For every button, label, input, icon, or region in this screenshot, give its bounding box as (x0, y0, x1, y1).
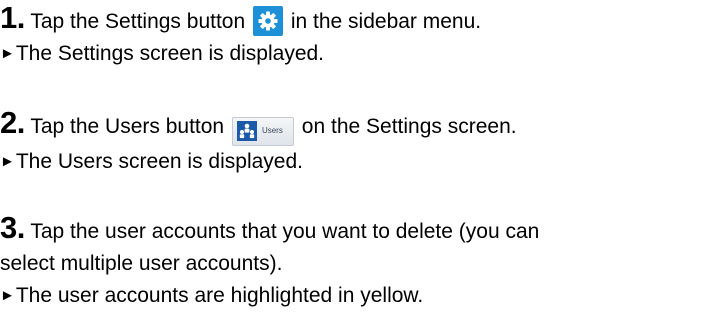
users-icon (236, 121, 257, 141)
step-2-text-before: Tap the Users button (30, 115, 225, 138)
step-3-result-text: The user accounts are highlighted in yel… (15, 284, 424, 307)
users-button-icon: Users (231, 116, 294, 146)
users-button-label: Users (261, 126, 283, 135)
step-1-text-after: in the sidebar menu. (290, 10, 482, 33)
step-1-instruction: 1. Tap the Settings button in the sideba… (0, 2, 708, 38)
step-3-text-line1: Tap the user accounts that you want to d… (30, 220, 540, 243)
settings-button-icon (253, 6, 283, 36)
step-2-text-after: on the Settings screen. (301, 115, 517, 138)
step-1-result: ►The Settings screen is displayed. (0, 38, 708, 70)
step-2-result: ►The Users screen is displayed. (0, 146, 708, 178)
step-1: 1. Tap the Settings button in the sideba… (0, 2, 708, 70)
step-3-number: 3. (0, 210, 25, 245)
step-3-instruction-cont: select multiple user accounts). (0, 248, 708, 280)
gear-icon (258, 11, 278, 31)
result-arrow-icon: ► (0, 287, 15, 304)
step-1-result-text: The Settings screen is displayed. (15, 42, 325, 65)
step-2-result-text: The Users screen is displayed. (15, 149, 303, 173)
step-3-text-line2: select multiple user accounts). (0, 252, 283, 275)
step-1-text-before: Tap the Settings button (30, 10, 246, 33)
step-3-result: ►The user accounts are highlighted in ye… (0, 280, 708, 312)
step-3: 3. Tap the user accounts that you want t… (0, 212, 708, 312)
step-2: 2. Tap the Users button Users on the Set… (0, 107, 708, 178)
step-1-number: 1. (0, 0, 25, 35)
result-arrow-icon: ► (0, 152, 15, 170)
step-2-number: 2. (0, 105, 25, 140)
result-arrow-icon: ► (0, 45, 15, 62)
step-2-instruction: 2. Tap the Users button Users on the Set… (0, 107, 708, 146)
step-3-instruction: 3. Tap the user accounts that you want t… (0, 212, 708, 248)
